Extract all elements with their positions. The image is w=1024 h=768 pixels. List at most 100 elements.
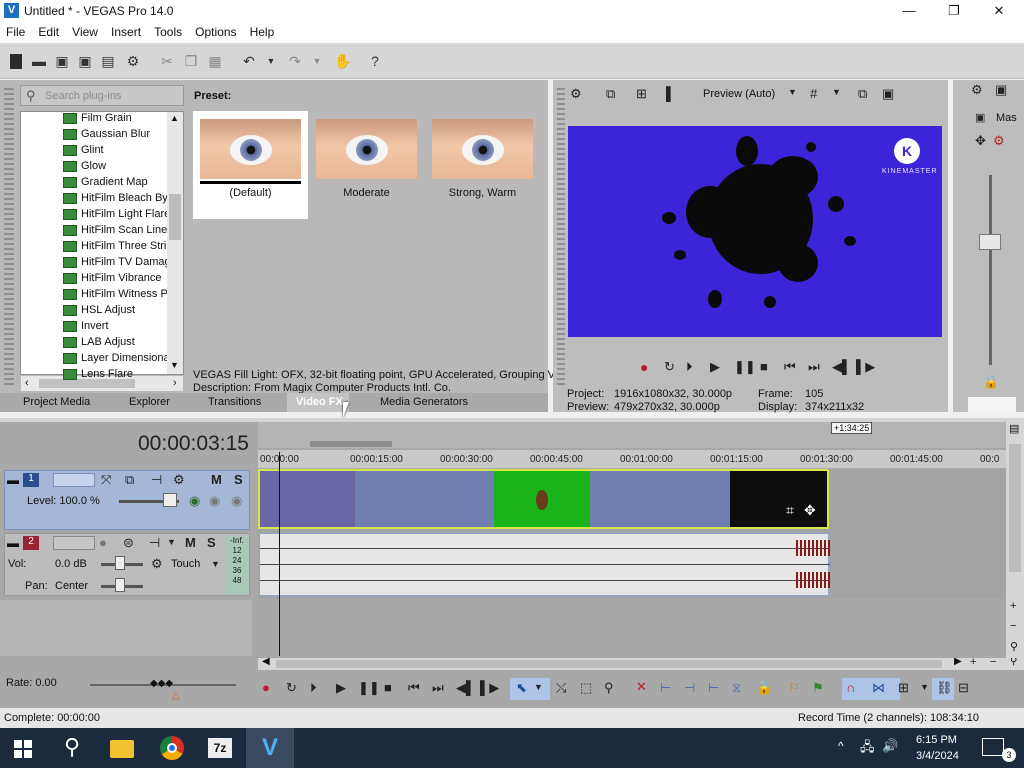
save-as-icon[interactable]: ▣: [76, 52, 94, 70]
track-gear-icon[interactable]: ⚙: [173, 472, 185, 488]
next-frame-icon[interactable]: ▌▶: [480, 680, 499, 696]
loop-region[interactable]: [310, 441, 392, 447]
menu-options[interactable]: Options: [191, 23, 240, 39]
mute-button[interactable]: M: [211, 472, 222, 487]
scroll-up-icon[interactable]: ▲: [170, 113, 179, 123]
hscroll-thumb[interactable]: [276, 660, 942, 668]
help-icon[interactable]: ?: [366, 52, 384, 70]
chevron-down-icon[interactable]: ▼: [534, 682, 543, 692]
region-icon[interactable]: ⚑: [812, 680, 824, 696]
preview-settings-gear-icon[interactable]: ⚙: [570, 86, 582, 102]
trim-icon[interactable]: ⊢: [660, 680, 671, 696]
tab-media-generators[interactable]: Media Generators: [380, 396, 468, 408]
scroll-right-icon[interactable]: ▶: [954, 656, 962, 667]
compositing-child-icon[interactable]: ◉: [189, 493, 200, 509]
chevron-down-icon[interactable]: ▼: [920, 682, 929, 692]
chevron-down-icon[interactable]: ▼: [788, 87, 797, 97]
hand-tool-icon[interactable]: ✋: [334, 52, 352, 70]
loop-icon[interactable]: ↻: [286, 680, 297, 696]
7zip-icon[interactable]: 7z: [206, 734, 234, 762]
redo-dropdown-icon[interactable]: ▼: [308, 52, 326, 70]
clock-date[interactable]: 3/4/2024: [916, 750, 959, 762]
file-explorer-icon[interactable]: [108, 734, 136, 762]
split-screen-icon[interactable]: ⊞: [636, 86, 647, 102]
tab-explorer[interactable]: Explorer: [129, 396, 170, 408]
playhead-cursor[interactable]: [279, 452, 280, 656]
collapse-icon[interactable]: ▬: [7, 473, 19, 487]
lock-icon[interactable]: 🔒: [756, 680, 772, 696]
plugin-list-item[interactable]: HitFilm Light Flares: [81, 208, 167, 224]
plugin-list-item[interactable]: HitFilm Bleach Bypass: [81, 192, 167, 208]
vegas-taskbar-button[interactable]: V: [246, 728, 294, 768]
track-fx-icon[interactable]: ⧉: [125, 472, 134, 488]
volume-icon[interactable]: 🔊: [882, 738, 898, 754]
plugin-list-item[interactable]: Glint: [81, 144, 167, 160]
video-track-header[interactable]: ▬ 1 ⤧ ⧉ ⊣ ⚙ M S Level: 100.0 % ◉ ◉ ◉: [4, 470, 250, 530]
copy-icon[interactable]: ❐: [182, 52, 200, 70]
record-icon[interactable]: ●: [262, 680, 270, 695]
envelope-tool-icon[interactable]: ⤯: [556, 680, 566, 696]
menu-view[interactable]: View: [68, 23, 102, 39]
scroll-thumb[interactable]: [169, 194, 181, 240]
play-icon[interactable]: ▶: [336, 680, 346, 696]
track-fx-icon[interactable]: ⊣: [149, 535, 160, 551]
plugin-list-item[interactable]: HSL Adjust: [81, 304, 167, 320]
solo-button[interactable]: S: [234, 472, 243, 487]
solo-button[interactable]: S: [207, 535, 216, 550]
zoom-in-time-icon[interactable]: +: [970, 656, 976, 668]
post-edit-ripple-tool[interactable]: ⛓: [932, 678, 954, 700]
automation-mode[interactable]: Touch: [171, 558, 200, 570]
save-snapshot-icon[interactable]: ▣: [882, 86, 894, 102]
collapse-icon[interactable]: ▬: [7, 536, 19, 550]
scroll-right-icon[interactable]: ›: [173, 377, 177, 389]
previous-frame-icon[interactable]: ◀▌: [832, 359, 851, 375]
plugin-list-item[interactable]: Film Grain: [81, 112, 167, 128]
scroll-left-icon[interactable]: ‹: [25, 377, 29, 389]
audio-track-header[interactable]: ▬ 2 ● ⊜ ⊣ ▼ M S Vol: 0.0 dB ⚙ Touch ▼ Pa…: [4, 533, 250, 596]
zoom-tool-icon[interactable]: ⚲: [604, 680, 614, 696]
level-slider-thumb[interactable]: [163, 493, 177, 507]
trim-start-icon[interactable]: ⊣: [684, 680, 695, 696]
make-compositing-child-icon[interactable]: ◉: [231, 493, 242, 509]
mute-button[interactable]: M: [185, 535, 196, 550]
save-icon[interactable]: ▣: [53, 52, 71, 70]
pause-icon[interactable]: ❚❚: [358, 680, 380, 696]
marker-icon[interactable]: ⚐: [788, 680, 800, 696]
snapping-icon[interactable]: ∩: [846, 680, 855, 695]
selection-tool-icon[interactable]: ⬚: [580, 680, 592, 696]
zoom-track-icon[interactable]: ⚲: [1010, 640, 1018, 653]
track-invert-phase-icon[interactable]: ⊜: [123, 535, 134, 551]
plugin-list-item[interactable]: Lens Flare: [81, 368, 167, 384]
paste-icon[interactable]: ▦: [206, 52, 224, 70]
chrome-icon[interactable]: [158, 734, 186, 762]
arm-record-icon[interactable]: ●: [99, 535, 107, 550]
marker-bar[interactable]: +1:34:25: [258, 422, 1006, 448]
undo-dropdown-icon[interactable]: ▼: [262, 52, 280, 70]
audio-event[interactable]: [259, 533, 830, 596]
preview-grip[interactable]: [557, 88, 565, 388]
play-icon[interactable]: ▶: [710, 359, 720, 375]
stop-icon[interactable]: ■: [760, 359, 768, 374]
play-from-start-icon[interactable]: ⏵: [686, 359, 693, 375]
zoom-out-track-icon[interactable]: −: [1010, 620, 1016, 632]
tab-video-fx[interactable]: Video FX: [296, 396, 343, 408]
plugin-list-item[interactable]: Glow: [81, 160, 167, 176]
menu-edit[interactable]: Edit: [34, 23, 63, 39]
open-icon[interactable]: ▬: [30, 52, 48, 70]
auto-crossfade-icon[interactable]: ⋈: [872, 680, 885, 696]
plugin-list-item[interactable]: HitFilm Scan Lines: [81, 224, 167, 240]
menu-tools[interactable]: Tools: [150, 23, 186, 39]
plugin-list-item[interactable]: Invert: [81, 320, 167, 336]
track-motion-icon[interactable]: ⤧: [101, 472, 111, 488]
compositing-mode-icon[interactable]: ⊣: [151, 472, 162, 488]
play-from-start-icon[interactable]: ⏵: [310, 680, 317, 696]
plugin-list-item[interactable]: Gaussian Blur: [81, 128, 167, 144]
previous-frame-icon[interactable]: ◀▌: [456, 680, 475, 696]
master-fader-thumb[interactable]: [979, 234, 1001, 250]
network-icon[interactable]: 🖧: [860, 738, 875, 760]
compositing-parent-icon[interactable]: ◉: [209, 493, 220, 509]
menu-file[interactable]: File: [2, 23, 29, 39]
pan-icon[interactable]: ✥: [975, 133, 986, 149]
render-icon[interactable]: ▤: [99, 52, 117, 70]
preview-quality-select[interactable]: Preview (Auto): [703, 88, 775, 100]
